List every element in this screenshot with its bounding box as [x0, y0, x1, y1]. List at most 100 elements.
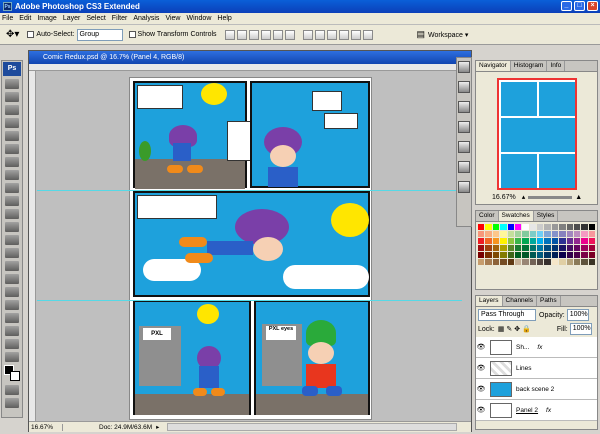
healing-brush-tool-icon[interactable] — [5, 157, 19, 167]
horizontal-scrollbar[interactable] — [167, 423, 458, 431]
color-swatch[interactable] — [485, 231, 492, 237]
color-swatch[interactable] — [588, 245, 595, 251]
color-swatch[interactable] — [551, 231, 559, 237]
color-swatch[interactable] — [581, 224, 588, 230]
color-swatch[interactable] — [478, 252, 485, 258]
color-swatch[interactable] — [581, 259, 588, 265]
slice-tool-icon[interactable] — [5, 144, 19, 154]
color-swatch[interactable] — [581, 238, 588, 244]
color-swatch[interactable] — [492, 224, 500, 230]
tab-color[interactable]: Color — [476, 211, 499, 221]
shape-tool-icon[interactable] — [5, 300, 19, 310]
color-swatch[interactable] — [551, 238, 559, 244]
color-swatch[interactable] — [559, 224, 566, 230]
layer-comps-icon[interactable] — [458, 101, 470, 113]
type-tool-icon[interactable] — [5, 274, 19, 284]
color-swatch[interactable] — [492, 259, 500, 265]
distribute-vcenter-icon[interactable] — [314, 29, 325, 40]
color-swatch[interactable] — [478, 231, 485, 237]
brushes-icon[interactable] — [458, 61, 470, 73]
status-arrow-icon[interactable]: ▸ — [156, 423, 159, 431]
menu-window[interactable]: Window — [186, 15, 211, 22]
color-swatch[interactable] — [514, 231, 522, 237]
visibility-eye-icon[interactable]: 👁 — [476, 406, 486, 414]
color-swatch[interactable] — [500, 245, 507, 251]
color-swatch[interactable] — [537, 224, 544, 230]
workspace-menu[interactable]: Workspace ▾ — [428, 31, 468, 39]
fill-field[interactable]: 100% — [569, 323, 592, 335]
character-icon[interactable] — [458, 161, 470, 173]
color-swatch[interactable] — [529, 238, 536, 244]
tool-presets-icon[interactable] — [458, 81, 470, 93]
paragraph-icon[interactable] — [458, 181, 470, 193]
distribute-bottom-icon[interactable] — [326, 29, 337, 40]
distribute-right-icon[interactable] — [362, 29, 373, 40]
brush-tool-icon[interactable] — [5, 170, 19, 180]
workspace-icon[interactable]: ▤ — [417, 29, 426, 40]
history-brush-tool-icon[interactable] — [5, 196, 19, 206]
color-swatch[interactable] — [507, 252, 514, 258]
color-swatch[interactable] — [581, 231, 588, 237]
zoom-in-icon[interactable]: ▲ — [575, 194, 582, 201]
minimize-button[interactable]: _ — [561, 1, 572, 11]
gradient-tool-icon[interactable] — [5, 222, 19, 232]
color-swatch[interactable] — [537, 231, 544, 237]
maximize-button[interactable]: □ — [574, 1, 585, 11]
color-swatch[interactable] — [529, 245, 536, 251]
color-swatch[interactable] — [485, 238, 492, 244]
layer-name[interactable]: back scene 2 — [516, 386, 554, 393]
tab-channels[interactable]: Channels — [503, 296, 537, 306]
color-swatch[interactable] — [485, 259, 492, 265]
menu-image[interactable]: Image — [37, 15, 56, 22]
tab-histogram[interactable]: Histogram — [511, 61, 548, 71]
color-swatch[interactable] — [588, 231, 595, 237]
color-swatch[interactable] — [478, 245, 485, 251]
tab-paths[interactable]: Paths — [537, 296, 561, 306]
color-swatch[interactable] — [559, 252, 566, 258]
eyedropper-tool-icon[interactable] — [5, 326, 19, 336]
color-swatch[interactable] — [588, 238, 595, 244]
color-swatch[interactable] — [559, 238, 566, 244]
distribute-hcenter-icon[interactable] — [350, 29, 361, 40]
move-tool-icon[interactable]: ✥▾ — [6, 29, 19, 40]
color-swatch[interactable] — [500, 224, 507, 230]
color-swatch[interactable] — [566, 238, 573, 244]
color-swatch[interactable] — [581, 252, 588, 258]
layer-name[interactable]: Lines — [516, 365, 532, 372]
clone-source-icon[interactable] — [458, 121, 470, 133]
lock-move-icon[interactable]: ✥ — [514, 325, 520, 333]
visibility-eye-icon[interactable]: 👁 — [476, 364, 486, 372]
color-swatch[interactable] — [544, 252, 551, 258]
color-swatch[interactable] — [478, 259, 485, 265]
screen-mode-icon[interactable] — [5, 398, 19, 408]
magic-wand-tool-icon[interactable] — [5, 118, 19, 128]
lock-paint-icon[interactable]: ✎ — [506, 325, 512, 333]
visibility-eye-icon[interactable]: 👁 — [476, 343, 486, 351]
actions-icon[interactable] — [458, 141, 470, 153]
layer-name[interactable]: Sh... — [516, 344, 529, 351]
color-swatch[interactable] — [492, 245, 500, 251]
color-swatch[interactable] — [559, 231, 566, 237]
color-swatch[interactable] — [485, 252, 492, 258]
distribute-top-icon[interactable] — [302, 29, 313, 40]
move-tool-icon[interactable] — [5, 79, 19, 89]
navigator-zoom-value[interactable]: 16.67% — [492, 194, 516, 201]
color-swatch[interactable] — [514, 238, 522, 244]
menu-filter[interactable]: Filter — [112, 15, 128, 22]
color-swatch[interactable] — [588, 252, 595, 258]
color-swatch[interactable] — [478, 238, 485, 244]
color-swatch[interactable] — [500, 259, 507, 265]
color-swatch[interactable] — [559, 259, 566, 265]
color-swatch[interactable] — [573, 252, 581, 258]
color-swatch[interactable] — [500, 252, 507, 258]
color-swatch[interactable] — [588, 259, 595, 265]
align-top-icon[interactable] — [224, 29, 235, 40]
layer-name[interactable]: Panel 2 — [516, 407, 538, 414]
color-swatch[interactable] — [581, 245, 588, 251]
crop-tool-icon[interactable] — [5, 131, 19, 141]
color-swatch[interactable] — [514, 252, 522, 258]
color-swatch[interactable] — [588, 224, 595, 230]
color-swatch[interactable] — [573, 224, 581, 230]
color-swatch[interactable] — [537, 252, 544, 258]
fx-icon[interactable]: fx — [537, 344, 542, 351]
